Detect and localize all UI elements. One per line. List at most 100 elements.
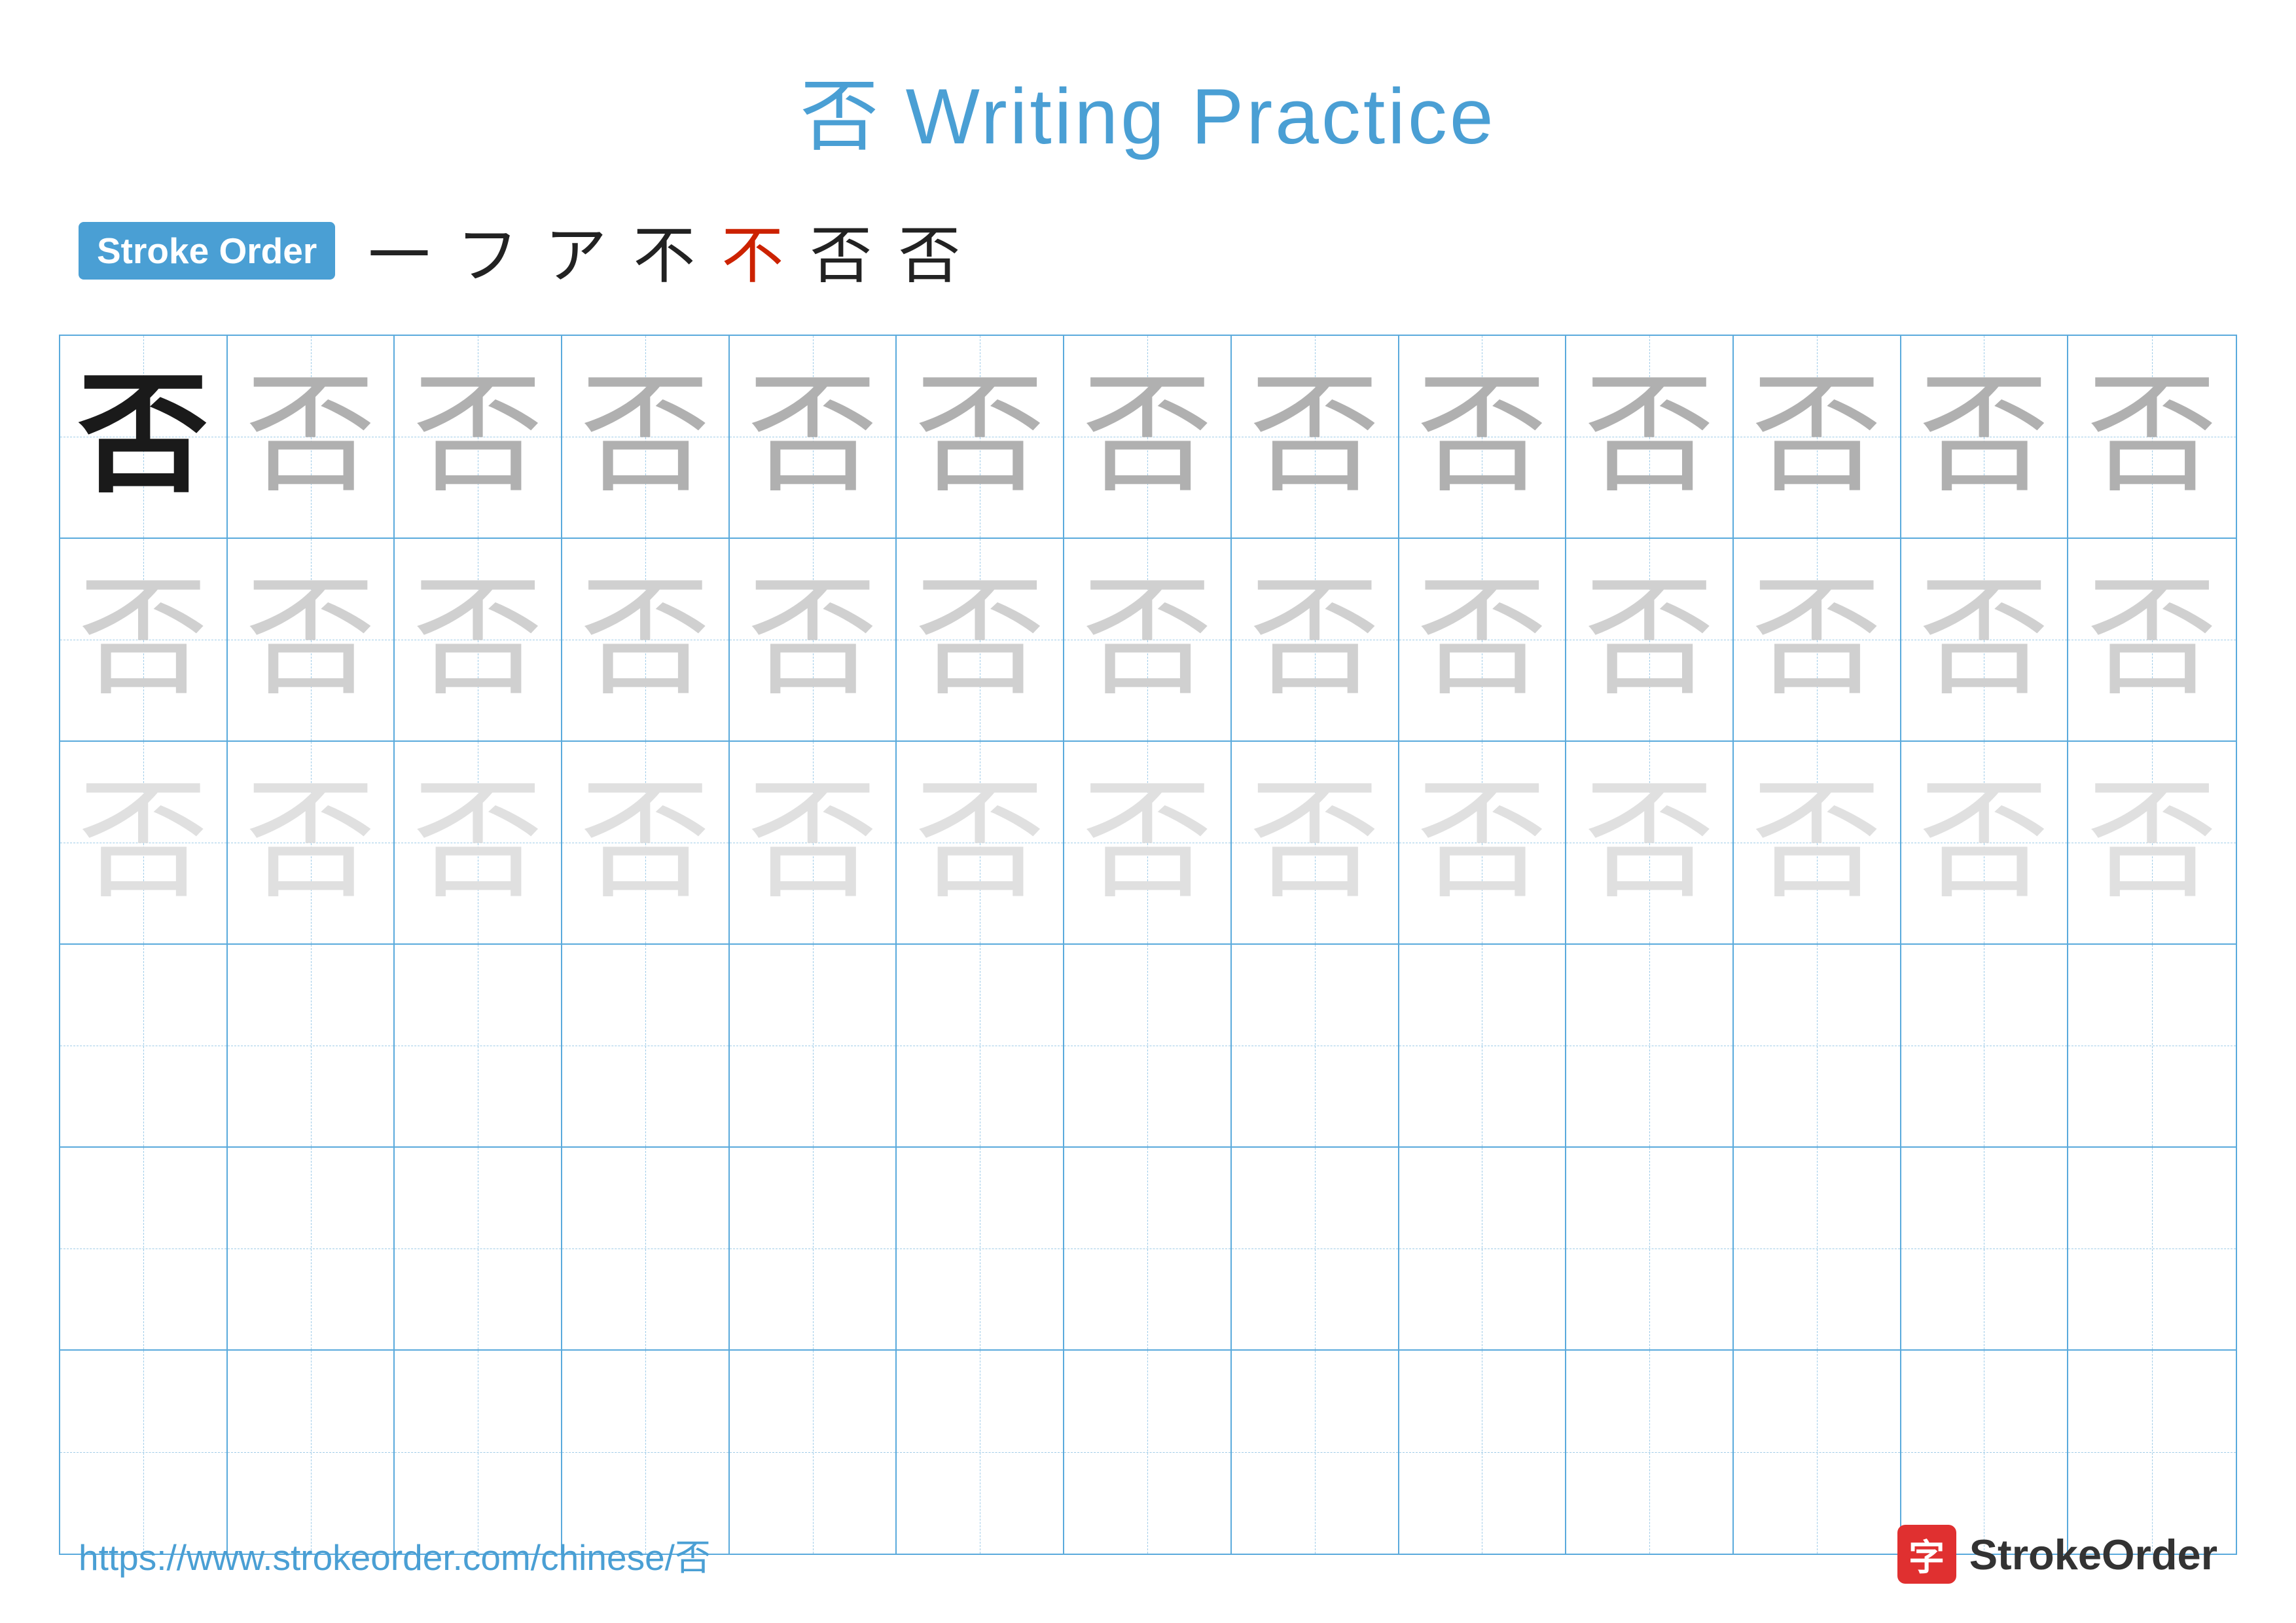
grid-cell-5-5 — [897, 1351, 1064, 1554]
grid-cell-5-12 — [2068, 1351, 2236, 1554]
grid-cell-4-3 — [562, 1148, 730, 1349]
grid-cell-3-7 — [1232, 945, 1399, 1146]
grid-cell-1-5: 否 — [897, 539, 1064, 740]
grid-cell-2-11: 否 — [1901, 742, 2069, 943]
grid-cell-3-1 — [228, 945, 395, 1146]
practice-char: 否 — [2087, 777, 2217, 908]
grid-cell-0-5: 否 — [897, 336, 1064, 538]
grid-cell-4-2 — [395, 1148, 562, 1349]
grid-cell-2-5: 否 — [897, 742, 1064, 943]
grid-cell-3-2 — [395, 945, 562, 1146]
grid-cell-2-6: 否 — [1064, 742, 1232, 943]
practice-char: 否 — [747, 777, 878, 908]
grid-cell-1-0: 否 — [60, 539, 228, 740]
grid-row-4 — [60, 1148, 2236, 1351]
practice-char: 否 — [1918, 777, 2049, 908]
grid-row-3 — [60, 945, 2236, 1148]
grid-cell-0-3: 否 — [562, 336, 730, 538]
practice-char: 否 — [1751, 777, 1882, 908]
grid-cell-3-6 — [1064, 945, 1232, 1146]
practice-char: 否 — [412, 574, 543, 705]
grid-cell-5-7 — [1232, 1351, 1399, 1554]
grid-cell-1-2: 否 — [395, 539, 562, 740]
grid-cell-2-7: 否 — [1232, 742, 1399, 943]
practice-char: 否 — [747, 371, 878, 502]
grid-cell-2-9: 否 — [1566, 742, 1734, 943]
grid-row-2: 否否否否否否否否否否否否否 — [60, 742, 2236, 945]
stroke-5: 不 — [721, 206, 783, 295]
practice-char: 否 — [914, 574, 1045, 705]
grid-cell-1-9: 否 — [1566, 539, 1734, 740]
grid-cell-0-11: 否 — [1901, 336, 2069, 538]
practice-char: 否 — [914, 777, 1045, 908]
grid-cell-0-12: 否 — [2068, 336, 2236, 538]
practice-char: 否 — [580, 371, 711, 502]
grid-cell-3-5 — [897, 945, 1064, 1146]
grid-cell-2-4: 否 — [730, 742, 897, 943]
grid-cell-5-4 — [730, 1351, 897, 1554]
practice-char: 否 — [412, 371, 543, 502]
stroke-7: 否 — [898, 206, 960, 295]
practice-char: 否 — [1249, 777, 1380, 908]
logo-char: 字 — [1909, 1528, 1945, 1580]
footer-url: https://www.strokeorder.com/chinese/否 — [79, 1528, 711, 1580]
grid-cell-0-0: 否 — [60, 336, 228, 538]
stroke-order-row: Stroke Order 一 フ ア 不 不 否 否 — [0, 166, 2296, 321]
practice-char: 否 — [78, 777, 209, 908]
practice-char: 否 — [2087, 574, 2217, 705]
grid-cell-5-6 — [1064, 1351, 1232, 1554]
title-text: 否 Writing Practice — [800, 73, 1496, 160]
stroke-2: フ — [456, 206, 518, 295]
practice-char: 否 — [914, 371, 1045, 502]
logo-label: StrokeOrder — [1969, 1530, 2217, 1579]
practice-char: 否 — [1416, 371, 1547, 502]
practice-grid: 否否否否否否否否否否否否否否否否否否否否否否否否否否否否否否否否否否否否否否否 — [59, 335, 2237, 1555]
grid-cell-4-1 — [228, 1148, 395, 1349]
grid-cell-2-2: 否 — [395, 742, 562, 943]
grid-cell-5-1 — [228, 1351, 395, 1554]
practice-char: 否 — [1249, 371, 1380, 502]
grid-cell-0-4: 否 — [730, 336, 897, 538]
grid-cell-1-3: 否 — [562, 539, 730, 740]
grid-cell-1-11: 否 — [1901, 539, 2069, 740]
practice-char: 否 — [412, 777, 543, 908]
grid-cell-1-4: 否 — [730, 539, 897, 740]
practice-char: 否 — [1416, 574, 1547, 705]
grid-cell-4-12 — [2068, 1148, 2236, 1349]
grid-cell-2-3: 否 — [562, 742, 730, 943]
grid-cell-3-12 — [2068, 945, 2236, 1146]
stroke-sequence: 一 フ ア 不 不 否 否 — [368, 206, 960, 295]
grid-cell-5-8 — [1399, 1351, 1567, 1554]
grid-row-5 — [60, 1351, 2236, 1554]
footer-logo: 字 StrokeOrder — [1897, 1525, 2217, 1584]
practice-char: 否 — [747, 574, 878, 705]
practice-char: 否 — [245, 574, 376, 705]
practice-char: 否 — [1584, 574, 1715, 705]
grid-cell-3-9 — [1566, 945, 1734, 1146]
grid-cell-4-8 — [1399, 1148, 1567, 1349]
grid-cell-1-1: 否 — [228, 539, 395, 740]
grid-cell-0-2: 否 — [395, 336, 562, 538]
grid-row-0: 否否否否否否否否否否否否否 — [60, 336, 2236, 539]
practice-char: 否 — [1416, 777, 1547, 908]
grid-cell-4-10 — [1734, 1148, 1901, 1349]
grid-cell-5-2 — [395, 1351, 562, 1554]
logo-icon: 字 — [1897, 1525, 1956, 1584]
grid-cell-0-7: 否 — [1232, 336, 1399, 538]
practice-char: 否 — [1082, 574, 1213, 705]
grid-cell-4-4 — [730, 1148, 897, 1349]
grid-cell-2-10: 否 — [1734, 742, 1901, 943]
grid-cell-5-10 — [1734, 1351, 1901, 1554]
practice-char: 否 — [1249, 574, 1380, 705]
grid-cell-0-9: 否 — [1566, 336, 1734, 538]
stroke-4: 不 — [633, 206, 695, 295]
practice-char: 否 — [1918, 371, 2049, 502]
grid-cell-4-5 — [897, 1148, 1064, 1349]
grid-cell-4-6 — [1064, 1148, 1232, 1349]
practice-char: 否 — [78, 371, 209, 502]
practice-char: 否 — [1751, 371, 1882, 502]
grid-cell-0-10: 否 — [1734, 336, 1901, 538]
stroke-order-badge: Stroke Order — [79, 222, 335, 280]
grid-cell-2-12: 否 — [2068, 742, 2236, 943]
grid-cell-4-11 — [1901, 1148, 2069, 1349]
